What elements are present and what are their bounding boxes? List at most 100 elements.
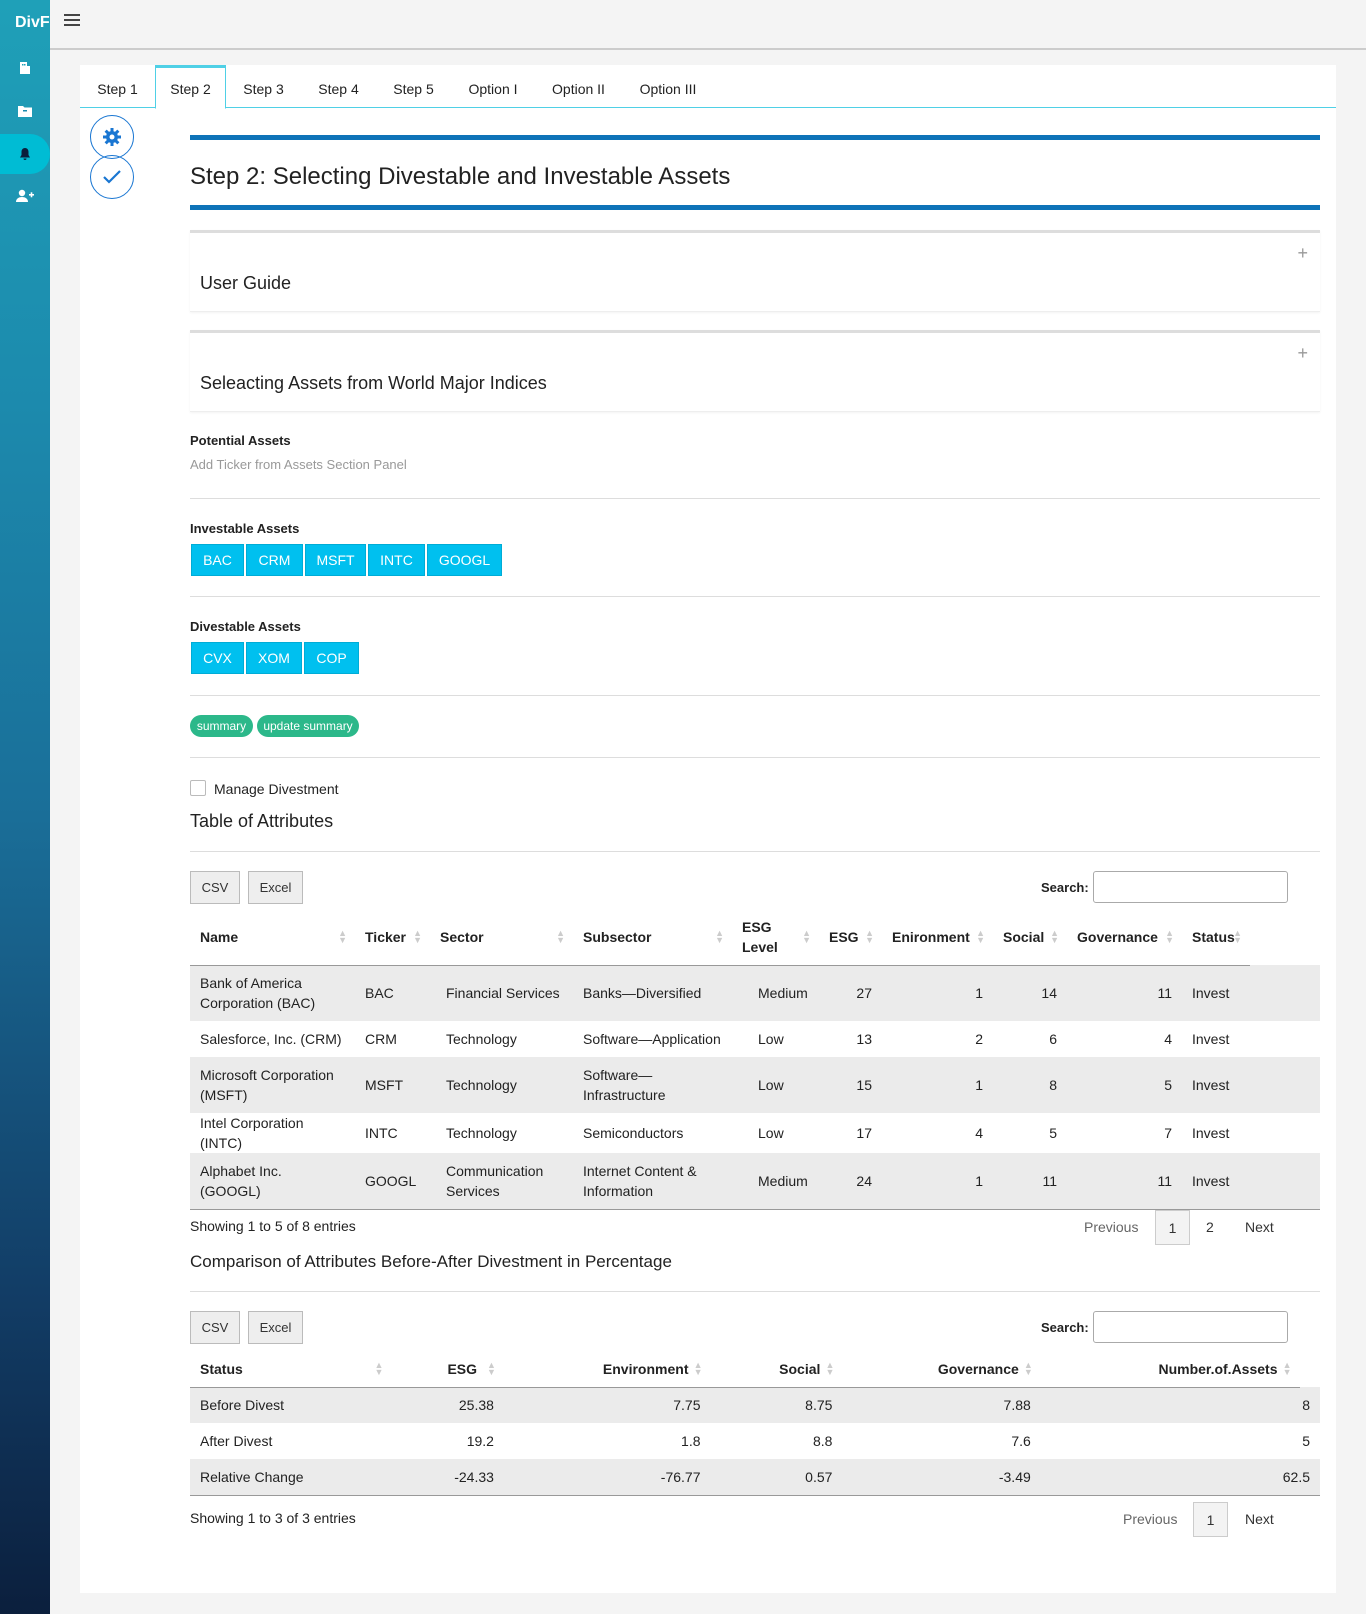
column-header-status[interactable]: Status ▲ ▼ [190, 1351, 392, 1388]
cell-name: Bank of America Corporation (BAC) [190, 965, 355, 1021]
accordion-user-guide[interactable]: User Guide + [190, 230, 1320, 312]
update-summary-button[interactable]: update summary [257, 715, 359, 737]
column-header-governance[interactable]: Governance ▲ ▼ [1067, 910, 1182, 966]
next-page-button[interactable]: Next [1245, 1219, 1274, 1235]
attributes-table: Name ▲ ▼ Ticker ▲ ▼ Sector ▲ ▼ Subsector ▲ ▼ ESG… [190, 910, 1320, 1210]
cell-esg: 27 [819, 965, 882, 1021]
comparison-title: Comparison of Attributes Before-After Di… [190, 1252, 672, 1271]
column-header-social[interactable]: Social ▲ ▼ [993, 910, 1067, 966]
csv-button[interactable]: CSV [190, 1311, 240, 1344]
investable-chip[interactable]: INTC [368, 544, 425, 576]
tab-option-3[interactable]: Option III [622, 65, 714, 108]
column-header-esg[interactable]: ESG ▲ ▼ [819, 910, 882, 966]
comparison-table: Status ▲ ▼ ESG ▲ ▼ Environment ▲ ▼ Social ▲ ▼ Go… [190, 1351, 1320, 1496]
cell-esg: 13 [856, 1031, 872, 1047]
building-icon [20, 62, 30, 74]
cell-esg: 25.38 [391, 1387, 504, 1423]
cell-environment: 7.75 [503, 1387, 711, 1423]
cell-social: 8.75 [710, 1387, 843, 1423]
investable-chip[interactable]: MSFT [305, 544, 366, 576]
comparison-search-input[interactable] [1093, 1311, 1288, 1343]
potential-assets-hint: Add Ticker from Assets Section Panel [190, 457, 407, 472]
confirm-button[interactable] [90, 155, 134, 199]
cell-social: 11 [993, 1153, 1067, 1209]
expand-icon[interactable]: + [1297, 343, 1308, 364]
investable-chip[interactable]: CRM [246, 544, 303, 576]
previous-page-button[interactable]: Previous [1123, 1511, 1177, 1527]
previous-page-button[interactable]: Previous [1084, 1219, 1138, 1235]
cell-environment: 4 [975, 1125, 983, 1141]
page-1-button[interactable]: 1 [1193, 1502, 1228, 1537]
divestable-chip[interactable]: CVX [191, 642, 244, 674]
cell-governance: -3.49 [842, 1459, 1041, 1495]
column-header-ticker[interactable]: Ticker ▲ ▼ [355, 910, 430, 966]
cell-governance: 4 [1164, 1031, 1172, 1047]
manage-divestment-checkbox[interactable] [190, 780, 206, 796]
tab-option-1[interactable]: Option I [451, 65, 535, 108]
accordion-indices[interactable]: Seleacting Assets from World Major Indic… [190, 330, 1320, 412]
excel-button[interactable]: Excel [248, 871, 303, 904]
page-1-button[interactable]: 1 [1155, 1210, 1190, 1245]
investable-chip[interactable]: BAC [191, 544, 244, 576]
cell-environment: 1 [882, 1057, 993, 1113]
excel-button[interactable]: Excel [248, 1311, 303, 1344]
accordion-indices-title: Seleacting Assets from World Major Indic… [200, 373, 547, 393]
cell-esg: 17 [856, 1125, 872, 1141]
sidebar-item-building[interactable] [0, 48, 50, 88]
topbar [50, 0, 1366, 50]
summary-button[interactable]: summary [190, 715, 253, 737]
tab-step-2[interactable]: Step 2 [155, 65, 226, 109]
tab-step-3[interactable]: Step 3 [226, 65, 301, 108]
next-page-button[interactable]: Next [1245, 1511, 1274, 1527]
column-header-social[interactable]: Social ▲ ▼ [710, 1351, 843, 1388]
column-header-environment[interactable]: Environment ▲ ▼ [503, 1351, 711, 1388]
cell-sector: Financial Services [430, 965, 573, 1021]
cell-governance: 11 [1067, 1153, 1182, 1209]
column-header-esg-level[interactable]: ESG Level ▲ ▼ [732, 910, 819, 966]
search-label: Search: [1041, 1320, 1089, 1335]
menu-toggle-icon[interactable] [64, 14, 80, 28]
cell-governance: 7.88 [842, 1387, 1041, 1423]
sidebar-item-folder[interactable] [0, 91, 50, 131]
investable-chip[interactable]: GOOGL [427, 544, 502, 576]
attributes-search-input[interactable] [1093, 871, 1288, 903]
page-2-button[interactable]: 2 [1206, 1219, 1214, 1235]
divestable-chip[interactable]: XOM [246, 642, 302, 674]
sidebar-item-bell[interactable] [0, 134, 50, 174]
divestable-assets-label: Divestable Assets [190, 619, 301, 634]
cell-name: Alphabet Inc. (GOOGL) [190, 1153, 355, 1209]
column-header-status[interactable]: Status ▲ ▼ [1182, 910, 1250, 966]
settings-button[interactable] [90, 115, 134, 159]
cell-sector: Communication Services [430, 1153, 573, 1209]
csv-button[interactable]: CSV [190, 871, 240, 904]
column-header-name[interactable]: Name ▲ ▼ [190, 910, 355, 966]
table-row: Before Divest 25.38 7.75 8.75 7.88 8 [190, 1387, 1320, 1423]
cell-environment: 1 [882, 965, 993, 1021]
cell-esg: -24.33 [391, 1459, 504, 1495]
cell-esg-level: Low [758, 1031, 784, 1047]
sidebar-item-add-user[interactable] [0, 176, 50, 216]
tab-step-4[interactable]: Step 4 [301, 65, 376, 108]
divider [190, 1291, 1320, 1292]
cell-environment: 1 [882, 1153, 993, 1209]
column-header-subsector[interactable]: Subsector ▲ ▼ [573, 910, 732, 966]
expand-icon[interactable]: + [1297, 243, 1308, 264]
cell-name: Salesforce, Inc. (CRM) [200, 1031, 342, 1047]
column-header-esg[interactable]: ESG ▲ ▼ [391, 1351, 504, 1388]
tab-option-2[interactable]: Option II [535, 65, 622, 108]
cell-subsector: Software—Infrastructure [573, 1057, 732, 1113]
column-header-governance[interactable]: Governance ▲ ▼ [842, 1351, 1041, 1388]
cell-environment: -76.77 [503, 1459, 711, 1495]
tab-step-5[interactable]: Step 5 [376, 65, 451, 108]
column-header-environment[interactable]: Enironment ▲ ▼ [882, 910, 993, 966]
cell-subsector: Banks—Diversified [573, 965, 732, 1021]
column-header-number-of-assets[interactable]: Number.of.Assets ▲ ▼ [1040, 1351, 1300, 1388]
divestable-chip[interactable]: COP [304, 642, 359, 674]
divider [190, 695, 1320, 696]
cell-status: Relative Change [190, 1459, 392, 1495]
cell-social: 6 [1049, 1031, 1057, 1047]
cell-social: 14 [993, 965, 1067, 1021]
search-label: Search: [1041, 880, 1089, 895]
tab-step-1[interactable]: Step 1 [80, 65, 155, 108]
column-header-sector[interactable]: Sector ▲ ▼ [430, 910, 573, 966]
